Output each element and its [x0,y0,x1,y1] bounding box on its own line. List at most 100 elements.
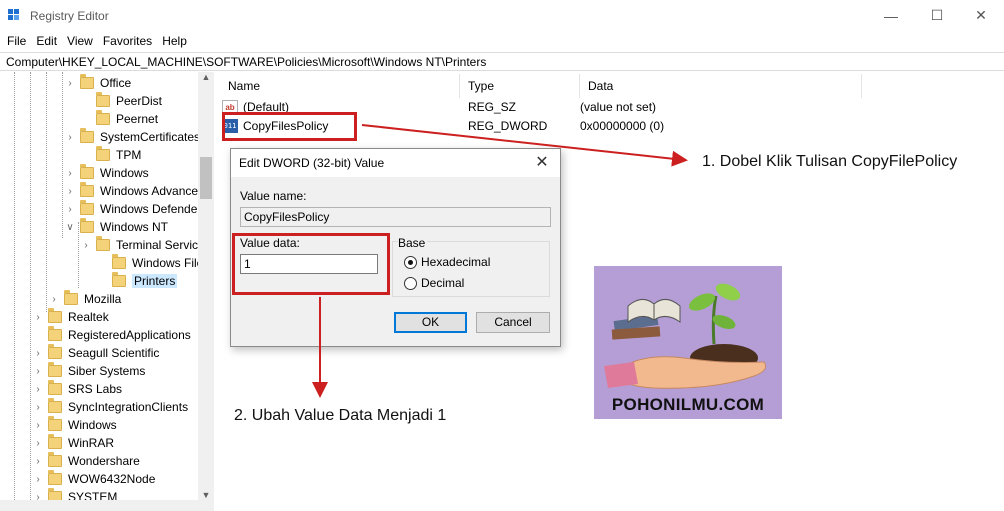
chevron-right-icon[interactable]: › [32,420,44,431]
tree-item-label: WinRAR [68,436,115,450]
folder-icon [48,488,62,500]
tree-item[interactable]: › SYSTEM [32,488,117,500]
tree-item-label: SYSTEM [68,490,118,500]
value-name-field: CopyFilesPolicy [240,207,551,227]
chevron-right-icon[interactable]: › [32,312,44,323]
tree-item[interactable]: › WinRAR [32,434,114,452]
decimal-radio[interactable]: Decimal [404,276,464,290]
maximize-button[interactable]: ☐ [914,0,960,31]
column-type[interactable]: Type [460,74,580,98]
tree-item[interactable]: Peernet [80,110,158,128]
tree-item[interactable]: PeerDist [80,92,162,110]
column-name[interactable]: Name [220,74,460,98]
tree-item[interactable]: › Siber Systems [32,362,145,380]
address-bar[interactable]: Computer\HKEY_LOCAL_MACHINE\SOFTWARE\Pol… [0,52,1004,71]
tree-item[interactable]: › Realtek [32,308,109,326]
tree-item-label: Windows Advance [100,184,199,198]
decimal-label: Decimal [421,276,465,290]
menu-edit[interactable]: Edit [31,34,62,48]
highlight-copyfilespolicy [222,112,357,141]
tree-item[interactable]: › SRS Labs [32,380,122,398]
tree-item[interactable]: › Windows [32,416,117,434]
tree-item[interactable]: › WOW6432Node [32,470,155,488]
tree-item-label: RegisteredApplications [68,328,191,342]
chevron-right-icon[interactable]: › [64,204,76,215]
dialog-close-icon[interactable]: ✕ [530,149,554,177]
chevron-right-icon[interactable]: › [32,348,44,359]
folder-icon [48,326,62,341]
tree-item[interactable]: Windows File Pr [96,254,213,272]
pohonilmu-logo: POHONILMU.COM [594,266,782,419]
tree-item[interactable]: › Wondershare [32,452,140,470]
chevron-right-icon[interactable]: › [32,366,44,377]
folder-icon [96,146,110,161]
chevron-right-icon[interactable]: › [64,78,76,89]
tree-item-label: Terminal Service [116,238,205,252]
chevron-right-icon[interactable]: › [64,132,76,143]
registry-tree[interactable]: › Office PeerDist Peernet › SystemCertificate… [0,72,214,500]
tree-item[interactable]: › Windows [64,164,149,182]
chevron-right-icon[interactable]: › [32,402,44,413]
close-window-button[interactable]: ✕ [958,0,1004,31]
tree-item-label: SyncIntegrationClients [68,400,189,414]
tree-item[interactable]: › SystemCertificates [64,128,200,146]
tree-item-label: Mozilla [84,292,122,306]
tree-vertical-scrollbar[interactable]: ▲ ▼ [198,72,214,500]
chevron-down-icon[interactable]: ∨ [64,222,76,233]
chevron-right-icon[interactable]: › [32,438,44,449]
menu-favorites[interactable]: Favorites [98,34,157,48]
tree-item[interactable]: › Windows Advance [64,182,198,200]
chevron-right-icon[interactable]: › [32,474,44,485]
menu-file[interactable]: File [2,34,31,48]
tree-item[interactable]: Printers [96,272,178,290]
tree-item[interactable]: › Office [64,74,131,92]
minimize-button[interactable]: — [868,0,914,31]
tree-item[interactable]: TPM [80,146,141,164]
chevron-right-icon[interactable]: › [64,186,76,197]
scrollbar-thumb[interactable] [200,157,212,199]
tree-item-label: Seagull Scientific [68,346,160,360]
value-data: (value not set) [580,100,657,114]
tree-item[interactable]: › Seagull Scientific [32,344,159,362]
chevron-right-icon[interactable]: › [32,456,44,467]
folder-icon [48,308,62,323]
hexadecimal-radio[interactable]: Hexadecimal [404,255,490,269]
tree-item-label: TPM [116,148,142,162]
folder-icon [80,128,94,143]
tree-item[interactable]: › SyncIntegrationClients [32,398,188,416]
chevron-right-icon[interactable]: › [80,240,92,251]
tree-item[interactable]: › Mozilla [48,290,121,308]
column-data[interactable]: Data [580,74,862,98]
cancel-button[interactable]: Cancel [476,312,550,333]
ok-button[interactable]: OK [394,312,467,333]
chevron-right-icon[interactable]: › [64,168,76,179]
scroll-down-icon[interactable]: ▼ [198,490,214,500]
tree-item-label: Windows [100,166,149,180]
folder-icon [80,164,94,179]
chevron-right-icon[interactable]: › [32,384,44,395]
folder-icon [112,254,126,269]
chevron-right-icon[interactable]: › [32,492,44,501]
logo-text: POHONILMU.COM [611,395,765,414]
tree-guide-line [30,72,31,500]
folder-icon [48,398,62,413]
tree-item-label: SRS Labs [68,382,123,396]
scroll-up-icon[interactable]: ▲ [198,72,214,82]
folder-icon [80,218,94,233]
radio-selected-icon[interactable] [404,255,417,269]
tree-item[interactable]: ∨ Windows NT [64,218,168,236]
menu-view[interactable]: View [62,34,98,48]
folder-icon [48,416,62,431]
tree-item[interactable]: RegisteredApplications [32,326,191,344]
tree-item-label: PeerDist [116,94,163,108]
radio-unselected-icon[interactable] [404,276,417,290]
chevron-right-icon[interactable]: › [48,294,60,305]
annotation-step2: 2. Ubah Value Data Menjadi 1 [234,407,447,424]
tree-item[interactable]: › Terminal Service [80,236,205,254]
folder-icon [80,74,94,89]
tree-horizontal-scrollbar[interactable] [0,500,214,511]
value-type: REG_SZ [468,100,517,114]
menu-help[interactable]: Help [157,34,192,48]
folder-icon [64,290,78,305]
tree-item[interactable]: › Windows Defender [64,200,201,218]
